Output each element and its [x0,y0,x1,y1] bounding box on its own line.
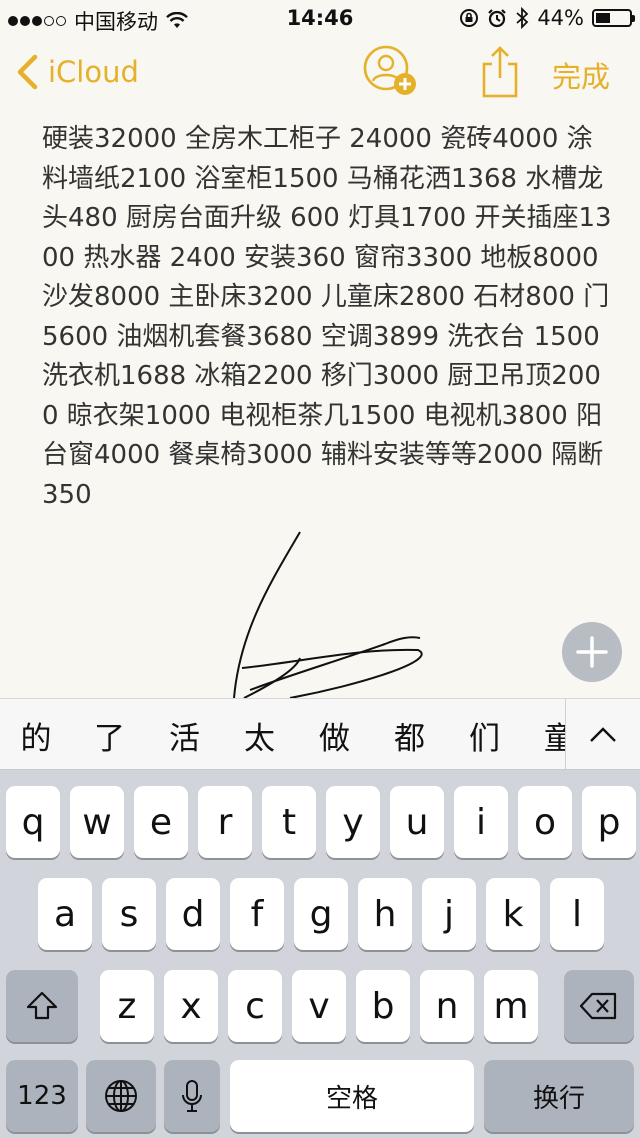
globe-key[interactable] [86,1060,156,1132]
candidate-word[interactable]: 了 [72,713,147,758]
key-j[interactable]: j [422,878,476,950]
add-people-button[interactable] [362,44,418,100]
status-bar: 中国移动 14:46 44% [0,0,640,36]
space-key-label: 空格 [325,1083,378,1114]
key-t[interactable]: t [262,786,316,858]
nav-bar: iCloud 完成 [0,40,640,110]
space-key[interactable]: 空格 [230,1060,474,1132]
numbers-key-label: 123 [17,1081,67,1111]
key-m[interactable]: m [484,970,538,1042]
candidate-word[interactable]: 童 [522,713,566,758]
candidate-word[interactable]: 活 [147,713,222,758]
backspace-icon [579,992,617,1020]
orientation-lock-icon [460,9,479,27]
key-n[interactable]: n [420,970,474,1042]
key-u[interactable]: u [390,786,444,858]
shift-key[interactable] [6,970,78,1042]
candidate-bar: 的了活太做都们童 [0,698,640,770]
chevron-left-icon [17,54,38,90]
key-i[interactable]: i [454,786,508,858]
note-body-text[interactable]: 硬装32000 全房木工柜子 24000 瓷砖4000 涂料墙纸2100 浴室柜… [42,120,612,515]
expand-candidates-button[interactable] [565,699,640,769]
back-button[interactable]: iCloud [16,50,139,94]
plus-icon [576,636,608,668]
shift-icon [26,991,58,1020]
key-h[interactable]: h [358,878,412,950]
alarm-icon [488,9,507,28]
bluetooth-icon [516,7,529,29]
key-v[interactable]: v [292,970,346,1042]
dictation-key[interactable] [164,1060,220,1132]
sketch-drawing [233,531,423,698]
key-y[interactable]: y [326,786,380,858]
key-g[interactable]: g [294,878,348,950]
key-z[interactable]: z [100,970,154,1042]
key-q[interactable]: q [6,786,60,858]
back-label: iCloud [48,55,139,89]
done-button[interactable]: 完成 [552,54,610,96]
key-a[interactable]: a [38,878,92,950]
key-f[interactable]: f [230,878,284,950]
battery-percent: 44% [537,6,584,30]
key-l[interactable]: l [550,878,604,950]
return-key-label: 换行 [532,1083,585,1114]
key-o[interactable]: o [518,786,572,858]
share-button[interactable] [472,44,528,100]
keyboard: 123 空格 换行 qwertyuiop asdfghjkl zxcvbnm [0,770,640,1138]
chevron-up-icon [590,727,616,742]
key-r[interactable]: r [198,786,252,858]
battery-icon [592,9,635,27]
key-x[interactable]: x [164,970,218,1042]
key-d[interactable]: d [166,878,220,950]
return-key[interactable]: 换行 [484,1060,634,1132]
key-p[interactable]: p [582,786,636,858]
delete-key[interactable] [564,970,634,1042]
candidate-list: 的了活太做都们童 [0,699,567,769]
candidate-word[interactable]: 们 [447,713,522,758]
globe-icon [105,1080,137,1112]
candidate-word[interactable]: 的 [0,713,72,758]
key-w[interactable]: w [70,786,124,858]
key-s[interactable]: s [102,878,156,950]
key-e[interactable]: e [134,786,188,858]
key-k[interactable]: k [486,878,540,950]
numbers-key[interactable]: 123 [6,1060,78,1132]
key-c[interactable]: c [228,970,282,1042]
candidate-word[interactable]: 做 [297,713,372,758]
microphone-icon [182,1080,202,1112]
candidate-word[interactable]: 太 [222,713,297,758]
add-button[interactable] [562,622,622,682]
candidate-word[interactable]: 都 [372,713,447,758]
key-b[interactable]: b [356,970,410,1042]
